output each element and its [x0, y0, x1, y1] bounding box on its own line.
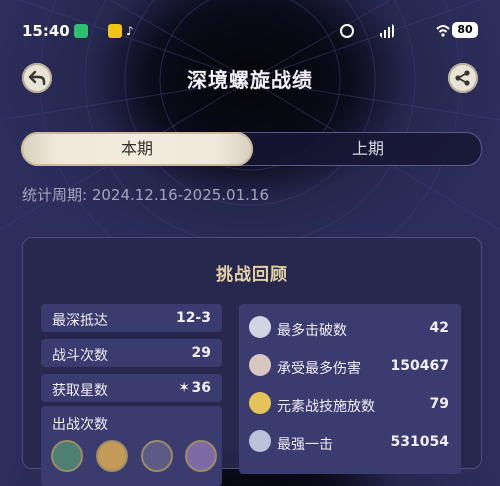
record-label: 最多击破数	[277, 323, 347, 339]
character-avatar	[249, 316, 271, 338]
uses-label: 出战次数	[52, 417, 108, 433]
stat-row-stars: 获取星数 ✶ 36	[41, 374, 222, 402]
statistics-period: 统计周期: 2024.12.16-2025.01.16	[22, 186, 270, 204]
stat-label: 获取星数	[52, 383, 108, 399]
record-elemental-skills: 元素战技施放数 79	[239, 388, 461, 424]
wifi-icon	[436, 25, 450, 37]
record-most-damage-taken: 承受最多伤害 150467	[239, 350, 461, 386]
share-button[interactable]	[448, 63, 478, 93]
record-most-defeats: 最多击破数 42	[239, 312, 461, 348]
character-uses-box: 出战次数	[41, 406, 222, 486]
record-value: 79	[429, 396, 449, 412]
stat-label: 战斗次数	[52, 348, 108, 364]
record-value: 150467	[390, 358, 449, 374]
character-avatar	[249, 354, 271, 376]
page-title: 深境螺旋战绩	[187, 68, 313, 92]
character-avatar[interactable]	[51, 440, 83, 472]
share-icon	[455, 70, 470, 86]
star-icon: ✶	[178, 380, 190, 396]
tiktok-icon: ♪	[126, 24, 134, 38]
stat-row-battles: 战斗次数 29	[41, 339, 222, 367]
character-avatar[interactable]	[185, 440, 217, 472]
status-bar: 15:40 ♪ 80	[0, 18, 500, 44]
tab-previous-period[interactable]: 上期	[255, 133, 481, 165]
record-value: 531054	[390, 434, 449, 450]
status-time: 15:40	[22, 22, 70, 40]
stat-label: 最深抵达	[52, 313, 108, 329]
character-avatar	[249, 392, 271, 414]
alarm-icon	[340, 24, 354, 38]
record-label: 元素战技施放数	[277, 399, 375, 415]
battery-indicator: 80	[452, 22, 478, 38]
app-green-icon	[74, 24, 88, 38]
record-value: 42	[429, 320, 449, 336]
stat-row-deepest: 最深抵达 12-3	[41, 304, 222, 332]
period-tabs: 本期 上期	[21, 132, 482, 166]
app-yellow-icon	[108, 24, 122, 38]
record-label: 最强一击	[277, 437, 333, 453]
character-avatar[interactable]	[96, 440, 128, 472]
challenge-review-panel: 挑战回顾 最深抵达 12-3 战斗次数 29 获取星数 ✶ 36 出战次数 最多…	[22, 237, 482, 486]
stat-value: 12-3	[175, 310, 211, 326]
stat-value: 29	[191, 345, 211, 361]
record-label: 承受最多伤害	[277, 361, 361, 377]
record-strongest-hit: 最强一击 531054	[239, 426, 461, 462]
character-avatar[interactable]	[141, 440, 173, 472]
panel-title: 挑战回顾	[216, 265, 288, 285]
signal-icon	[380, 24, 394, 38]
tab-current-period[interactable]: 本期	[21, 132, 253, 166]
stat-value: 36	[191, 380, 211, 396]
